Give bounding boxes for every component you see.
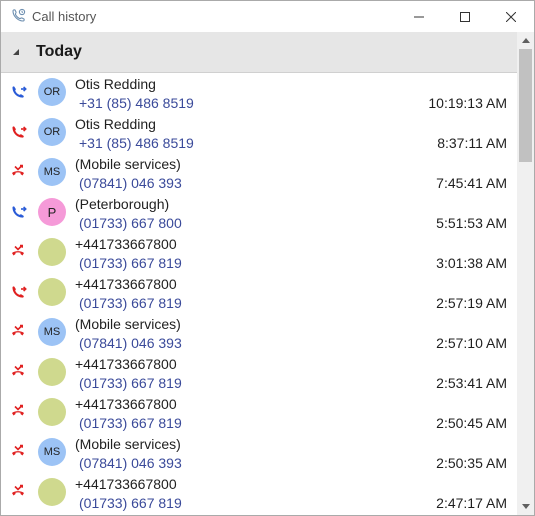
contact-name: (Mobile services) bbox=[75, 436, 181, 452]
call-list-item[interactable]: P (Peterborough) (01733) 667 800 5:51:53 AM bbox=[1, 193, 517, 233]
missed-call-icon bbox=[12, 164, 24, 176]
scroll-down-button[interactable] bbox=[517, 498, 534, 515]
contact-name: (Peterborough) bbox=[75, 196, 170, 212]
call-list-item[interactable]: OR Otis Redding +31 (85) 486 8519 8:37:11 A… bbox=[1, 113, 517, 153]
outgoing-call-icon bbox=[12, 206, 27, 218]
phone-number[interactable]: +31 (85) 486 8519 bbox=[79, 135, 194, 151]
missed-call-icon bbox=[12, 364, 24, 376]
contact-avatar[interactable]: MS bbox=[38, 318, 66, 346]
contact-avatar[interactable] bbox=[38, 278, 66, 306]
scrollbar-thumb[interactable] bbox=[519, 49, 532, 162]
group-title: Today bbox=[36, 43, 82, 60]
missed-call-icon bbox=[12, 244, 24, 256]
contact-avatar[interactable]: P bbox=[38, 198, 66, 226]
contact-avatar[interactable] bbox=[38, 478, 66, 506]
call-time: 2:47:17 AM bbox=[436, 495, 507, 511]
call-list-item[interactable]: +441733667800 (01733) 667 819 2:50:45 AM bbox=[1, 393, 517, 433]
call-time: 3:01:38 AM bbox=[436, 255, 507, 271]
contact-name: Otis Redding bbox=[75, 116, 156, 132]
contact-avatar[interactable] bbox=[38, 358, 66, 386]
call-time: 2:50:35 AM bbox=[436, 455, 507, 471]
close-icon bbox=[506, 11, 516, 22]
contact-avatar[interactable] bbox=[38, 238, 66, 266]
missed-callback-icon bbox=[12, 126, 27, 138]
scroll-up-button[interactable] bbox=[517, 32, 534, 49]
maximize-icon bbox=[460, 11, 470, 22]
contact-name: +441733667800 bbox=[75, 276, 177, 292]
phone-number[interactable]: (07841) 046 393 bbox=[79, 455, 182, 471]
phone-number[interactable]: (01733) 667 819 bbox=[79, 295, 182, 311]
call-list-item[interactable]: +441733667800 (01733) 667 819 2:53:41 AM bbox=[1, 353, 517, 393]
close-button[interactable] bbox=[488, 1, 534, 32]
missed-call-icon bbox=[12, 404, 24, 416]
call-time: 2:57:10 AM bbox=[436, 335, 507, 351]
contact-avatar[interactable]: OR bbox=[38, 78, 66, 106]
contact-avatar[interactable]: MS bbox=[38, 158, 66, 186]
scroll-down-icon bbox=[521, 504, 530, 509]
collapse-triangle-icon[interactable] bbox=[12, 48, 20, 56]
call-time: 8:37:11 AM bbox=[437, 135, 507, 151]
contact-name: +441733667800 bbox=[75, 396, 177, 412]
call-time: 2:57:19 AM bbox=[436, 295, 507, 311]
contact-avatar[interactable] bbox=[38, 398, 66, 426]
call-list-item[interactable]: MS (Mobile services) (07841) 046 393 2:57:1… bbox=[1, 313, 517, 353]
call-list-item[interactable]: +441733667800 (01733) 667 819 2:47:17 AM bbox=[1, 473, 517, 513]
call-list-item[interactable]: +441733667800 (01733) 667 819 3:01:38 AM bbox=[1, 233, 517, 273]
call-time: 2:53:41 AM bbox=[436, 375, 507, 391]
app-icon bbox=[12, 8, 26, 22]
phone-number[interactable]: (01733) 667 800 bbox=[79, 215, 182, 231]
group-header-today[interactable]: Today bbox=[1, 32, 517, 73]
phone-number[interactable]: (01733) 667 819 bbox=[79, 495, 182, 511]
minimize-button[interactable] bbox=[396, 1, 442, 32]
contact-avatar[interactable]: MS bbox=[38, 438, 66, 466]
call-list-item[interactable]: MS (Mobile services) (07841) 046 393 7:45:4… bbox=[1, 153, 517, 193]
call-time: 7:45:41 AM bbox=[436, 175, 507, 191]
missed-call-icon bbox=[12, 444, 24, 456]
call-history-window: Call history Today OR Otis Redding +31 (85… bbox=[0, 0, 535, 516]
call-list-item[interactable]: OR Otis Redding +31 (85) 486 8519 10:19:13 … bbox=[1, 73, 517, 113]
phone-number[interactable]: (01733) 667 819 bbox=[79, 415, 182, 431]
contact-name: Otis Redding bbox=[75, 76, 156, 92]
missed-call-icon bbox=[12, 484, 24, 496]
contact-name: +441733667800 bbox=[75, 356, 177, 372]
vertical-scrollbar[interactable] bbox=[517, 32, 534, 515]
call-list-item[interactable]: MS (Mobile services) (07841) 046 393 2:50:3… bbox=[1, 433, 517, 473]
phone-number[interactable]: +31 (85) 486 8519 bbox=[79, 95, 194, 111]
contact-name: +441733667800 bbox=[75, 476, 177, 492]
contact-name: (Mobile services) bbox=[75, 316, 181, 332]
outgoing-call-icon bbox=[12, 86, 27, 98]
minimize-icon bbox=[414, 16, 424, 17]
phone-number[interactable]: (07841) 046 393 bbox=[79, 175, 182, 191]
scroll-up-icon bbox=[521, 38, 530, 43]
maximize-button[interactable] bbox=[442, 1, 488, 32]
contact-name: +441733667800 bbox=[75, 236, 177, 252]
contact-avatar[interactable]: OR bbox=[38, 118, 66, 146]
call-list[interactable]: OR Otis Redding +31 (85) 486 8519 10:19:13 … bbox=[1, 73, 517, 515]
call-time: 5:51:53 AM bbox=[436, 215, 507, 231]
call-list-item[interactable]: +441733667800 (01733) 667 819 2:57:19 AM bbox=[1, 273, 517, 313]
phone-number[interactable]: (07841) 046 393 bbox=[79, 335, 182, 351]
window-title: Call history bbox=[32, 9, 97, 24]
contact-name: (Mobile services) bbox=[75, 156, 181, 172]
title-bar[interactable]: Call history bbox=[1, 1, 534, 32]
phone-number[interactable]: (01733) 667 819 bbox=[79, 375, 182, 391]
missed-callback-icon bbox=[12, 286, 27, 298]
phone-number[interactable]: (01733) 667 819 bbox=[79, 255, 182, 271]
call-time: 2:50:45 AM bbox=[436, 415, 507, 431]
call-time: 10:19:13 AM bbox=[428, 95, 507, 111]
missed-call-icon bbox=[12, 324, 24, 336]
